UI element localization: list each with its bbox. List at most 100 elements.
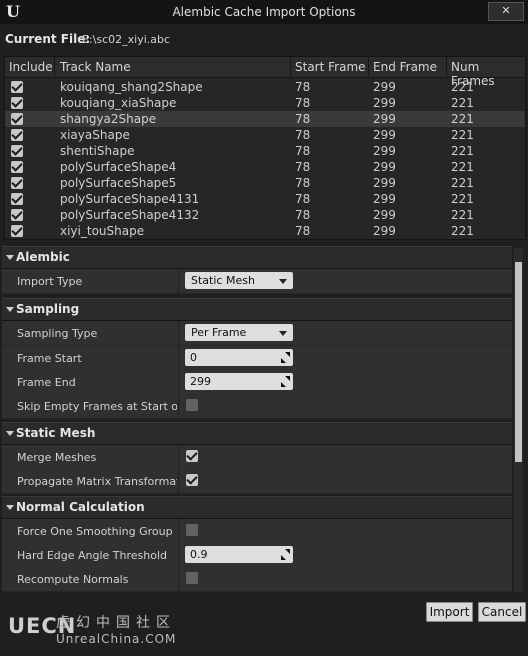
merge-meshes-label: Merge Meshes xyxy=(17,451,97,464)
include-checkbox[interactable] xyxy=(11,112,23,125)
current-file-label: Current File: xyxy=(5,32,91,46)
include-checkbox[interactable] xyxy=(11,80,23,93)
header-end-frame[interactable]: End Frame xyxy=(373,60,437,74)
section-title: Alembic xyxy=(16,250,70,264)
start-frame-cell: 78 xyxy=(295,96,311,110)
propagate-checkbox[interactable] xyxy=(186,473,198,486)
table-row[interactable]: kouqiang_xiaShape 78 299 221 xyxy=(5,95,525,111)
header-include[interactable]: Include xyxy=(9,60,53,74)
import-button[interactable]: Import xyxy=(426,602,473,622)
collapse-arrow-icon xyxy=(6,255,14,260)
header-start-frame[interactable]: Start Frame xyxy=(295,60,366,74)
checkmark-icon xyxy=(11,96,23,108)
table-header: Include Track Name Start Frame End Frame… xyxy=(5,57,525,88)
include-checkbox[interactable] xyxy=(11,96,23,109)
include-checkbox[interactable] xyxy=(11,208,23,221)
skip-empty-row: Skip Empty Frames at Start of A xyxy=(2,394,512,419)
frame-start-input[interactable]: 0 xyxy=(185,349,293,366)
frame-end-label: Frame End xyxy=(17,376,76,389)
recompute-normals-row: Recompute Normals xyxy=(2,567,512,592)
table-row[interactable]: kouiqang_shang2Shape 78 299 221 xyxy=(5,79,525,95)
end-frame-cell: 299 xyxy=(373,224,396,238)
table-row[interactable]: polySurfaceShape5 78 299 221 xyxy=(5,175,525,191)
end-frame-cell: 299 xyxy=(373,96,396,110)
include-checkbox[interactable] xyxy=(11,224,23,237)
table-row[interactable]: xiyi_touShape 78 299 221 xyxy=(5,223,525,239)
include-checkbox[interactable] xyxy=(11,176,23,189)
end-frame-cell: 299 xyxy=(373,112,396,126)
table-row[interactable]: shentiShape 78 299 221 xyxy=(5,143,525,159)
table-row[interactable]: polySurfaceShape4131 78 299 221 xyxy=(5,191,525,207)
include-checkbox[interactable] xyxy=(11,160,23,173)
resize-arrows-icon[interactable] xyxy=(281,549,290,560)
window-title: Alembic Cache Import Options xyxy=(172,5,356,19)
checkmark-icon xyxy=(186,473,198,485)
frame-start-row: Frame Start 0 xyxy=(2,346,512,371)
num-frames-cell: 221 xyxy=(451,112,474,126)
cancel-button[interactable]: Cancel xyxy=(478,602,526,622)
section-alembic[interactable]: Alembic xyxy=(2,246,512,269)
section-title: Normal Calculation xyxy=(16,500,145,514)
merge-meshes-checkbox[interactable] xyxy=(186,449,198,462)
resize-arrows-icon[interactable] xyxy=(281,352,290,363)
close-icon: ✕ xyxy=(501,4,511,17)
frame-end-input[interactable]: 299 xyxy=(185,373,293,390)
end-frame-cell: 299 xyxy=(373,192,396,206)
collapse-arrow-icon xyxy=(6,505,14,510)
checkmark-icon xyxy=(11,128,23,140)
start-frame-cell: 78 xyxy=(295,112,311,126)
track-name-cell: shentiShape xyxy=(60,144,135,158)
scrollbar-thumb[interactable] xyxy=(515,262,522,462)
close-button[interactable]: ✕ xyxy=(488,2,524,21)
track-name-cell: xiyi_touShape xyxy=(60,224,145,238)
footer: UECN 虚幻中国社区 UnrealChina.COM Import Cance… xyxy=(0,596,528,656)
merge-meshes-row: Merge Meshes xyxy=(2,445,512,470)
import-type-dropdown[interactable]: Static Mesh xyxy=(185,272,293,289)
end-frame-cell: 299 xyxy=(373,208,396,222)
hard-edge-row: Hard Edge Angle Threshold 0.9 xyxy=(2,543,512,568)
end-frame-cell: 299 xyxy=(373,144,396,158)
include-checkbox[interactable] xyxy=(11,144,23,157)
track-name-cell: kouqiang_xiaShape xyxy=(60,96,177,110)
include-checkbox[interactable] xyxy=(11,192,23,205)
skip-empty-checkbox[interactable] xyxy=(186,399,198,411)
include-checkbox[interactable] xyxy=(11,128,23,141)
hard-edge-input[interactable]: 0.9 xyxy=(185,546,293,563)
checkmark-icon xyxy=(11,80,23,92)
table-row[interactable]: polySurfaceShape4132 78 299 221 xyxy=(5,207,525,223)
track-name-cell: polySurfaceShape4131 xyxy=(60,192,200,206)
checkmark-icon xyxy=(11,192,23,204)
watermark-chinese: 虚幻中国社区 xyxy=(56,615,176,631)
header-track-name[interactable]: Track Name xyxy=(60,60,131,74)
force-smoothing-checkbox[interactable] xyxy=(186,524,198,536)
checkmark-icon xyxy=(11,208,23,220)
num-frames-cell: 221 xyxy=(451,144,474,158)
chevron-down-icon xyxy=(279,279,287,284)
start-frame-cell: 78 xyxy=(295,160,311,174)
end-frame-cell: 299 xyxy=(373,80,396,94)
num-frames-cell: 221 xyxy=(451,224,474,238)
collapse-arrow-icon xyxy=(6,431,14,436)
num-frames-cell: 221 xyxy=(451,160,474,174)
properties-scrollbar[interactable] xyxy=(514,248,523,592)
chevron-down-icon xyxy=(279,331,287,336)
section-sampling[interactable]: Sampling xyxy=(2,298,512,321)
sampling-type-dropdown[interactable]: Per Frame xyxy=(185,324,293,341)
end-frame-cell: 299 xyxy=(373,160,396,174)
recompute-normals-label: Recompute Normals xyxy=(17,573,129,586)
num-frames-cell: 221 xyxy=(451,96,474,110)
propagate-row: Propagate Matrix Transformatio xyxy=(2,469,512,494)
num-frames-cell: 221 xyxy=(451,128,474,142)
checkmark-icon xyxy=(11,112,23,124)
section-normal-calculation[interactable]: Normal Calculation xyxy=(2,496,512,519)
end-frame-cell: 299 xyxy=(373,176,396,190)
table-row[interactable]: shangya2Shape 78 299 221 xyxy=(5,111,525,127)
resize-arrows-icon[interactable] xyxy=(281,376,290,387)
checkmark-icon xyxy=(11,160,23,172)
frame-end-row: Frame End 299 xyxy=(2,370,512,395)
recompute-normals-checkbox[interactable] xyxy=(186,572,198,584)
track-name-cell: kouiqang_shang2Shape xyxy=(60,80,203,94)
table-row[interactable]: polySurfaceShape4 78 299 221 xyxy=(5,159,525,175)
section-static-mesh[interactable]: Static Mesh xyxy=(2,422,512,445)
table-row[interactable]: xiayaShape 78 299 221 xyxy=(5,127,525,143)
